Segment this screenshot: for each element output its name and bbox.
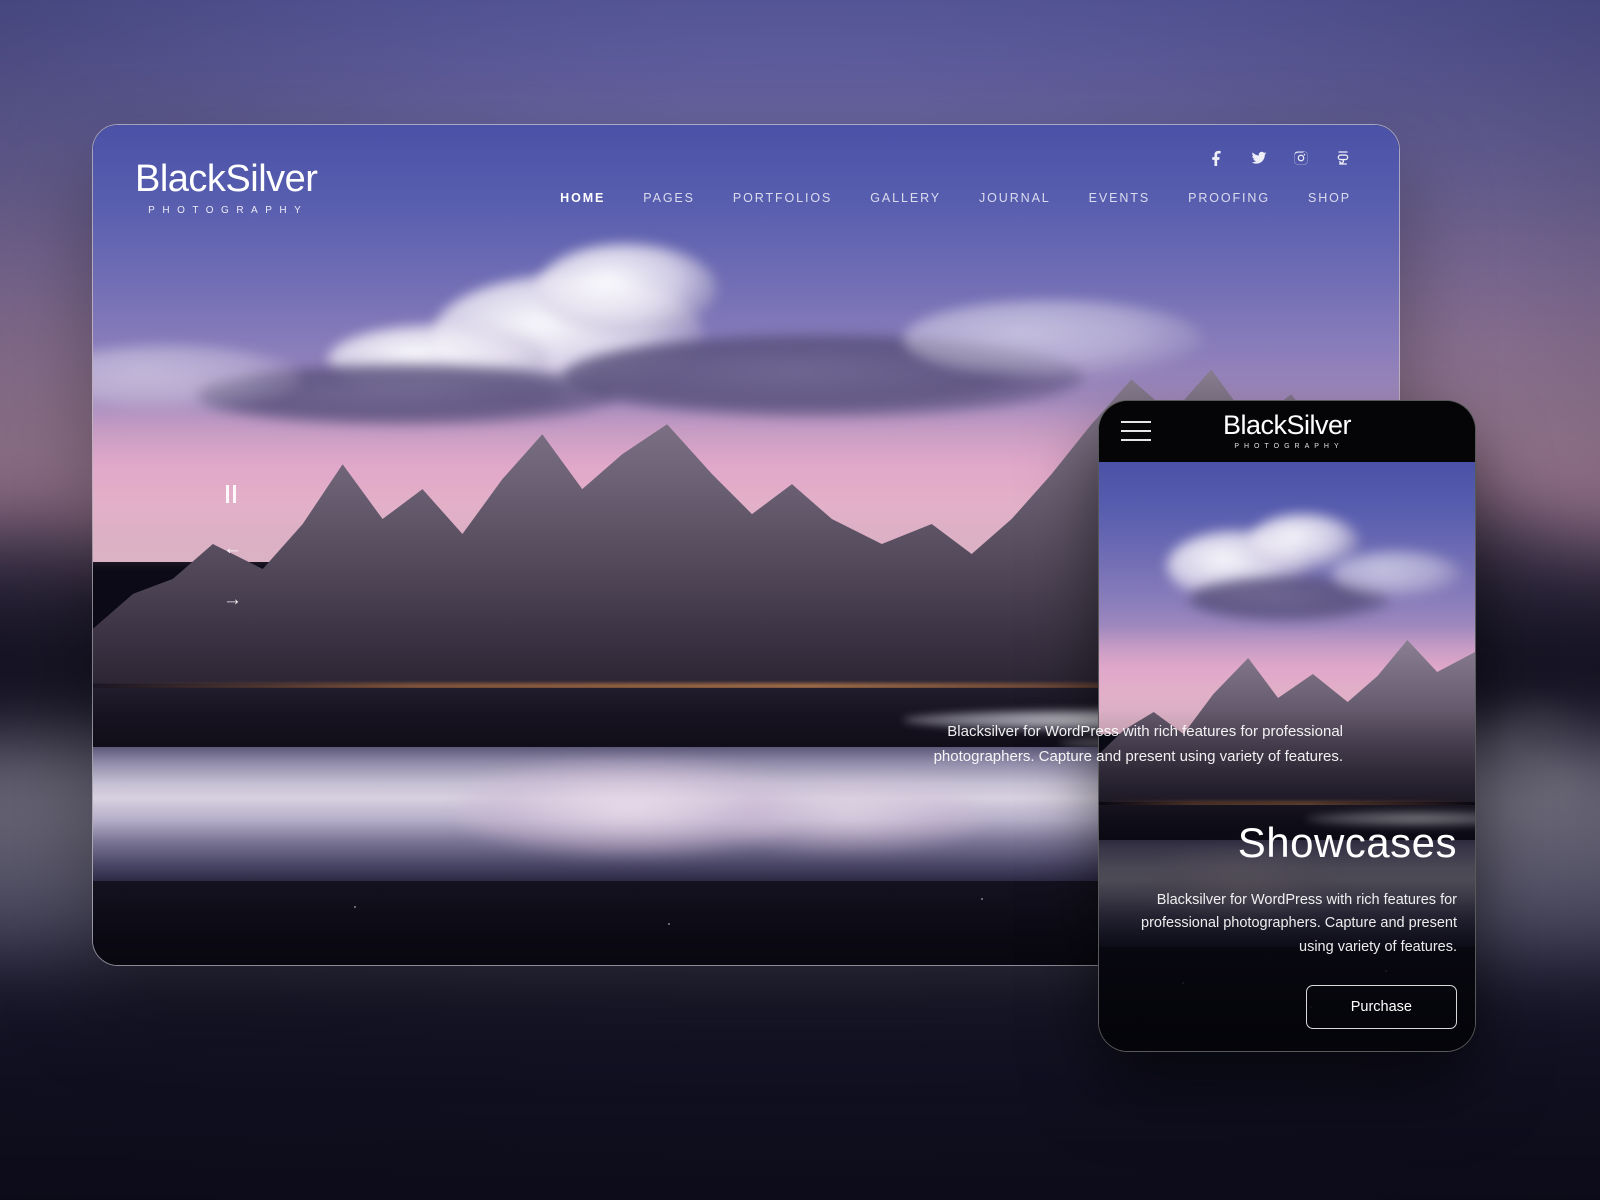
logo-title: BlackSilver xyxy=(1222,410,1352,440)
fivehundredpx-icon[interactable] xyxy=(1335,150,1351,166)
nav-item-pages[interactable]: PAGES xyxy=(643,191,695,205)
logo-subtitle: PHOTOGRAPHY xyxy=(148,205,309,216)
next-arrow-icon[interactable]: → xyxy=(223,590,242,609)
nav-item-portfolios[interactable]: PORTFOLIOS xyxy=(733,191,832,205)
purchase-button[interactable]: Purchase xyxy=(1305,985,1457,1029)
prev-arrow-icon[interactable]: ← xyxy=(223,539,242,558)
phone-site-header: BlackSilver PHOTOGRAPHY xyxy=(1099,401,1475,462)
facebook-icon[interactable] xyxy=(1209,150,1225,166)
nav-item-proofing[interactable]: PROOFING xyxy=(1188,191,1270,205)
logo-subtitle: PHOTOGRAPHY xyxy=(1234,443,1344,450)
nav-item-events[interactable]: EVENTS xyxy=(1089,191,1150,205)
hero-caption: Blacksilver for WordPress with rich feat… xyxy=(933,723,1343,765)
tablet-site-header: BlackSilver PHOTOGRAPHY HOME PAGES PORTF… xyxy=(93,125,1399,265)
phone-hero-title: Showcases xyxy=(1237,819,1457,867)
phone-hero-content: Showcases Blacksilver for WordPress with… xyxy=(1099,819,1475,1051)
phone-site-logo[interactable]: BlackSilver PHOTOGRAPHY xyxy=(1099,410,1475,451)
slider-controls: ← → xyxy=(223,485,242,641)
social-links xyxy=(1209,150,1351,166)
pause-icon[interactable] xyxy=(223,485,239,503)
nav-item-gallery[interactable]: GALLERY xyxy=(870,191,941,205)
site-logo[interactable]: BlackSilver PHOTOGRAPHY xyxy=(135,160,318,216)
twitter-icon[interactable] xyxy=(1251,150,1267,166)
instagram-icon[interactable] xyxy=(1293,150,1309,166)
nav-item-home[interactable]: HOME xyxy=(560,191,605,205)
hero-reflection-highlight xyxy=(719,780,980,851)
main-navigation: HOME PAGES PORTFOLIOS GALLERY JOURNAL EV… xyxy=(93,191,1399,205)
nav-item-shop[interactable]: SHOP xyxy=(1308,191,1351,205)
nav-item-journal[interactable]: JOURNAL xyxy=(979,191,1051,205)
phone-hero-description: Blacksilver for WordPress with rich feat… xyxy=(1141,891,1457,955)
